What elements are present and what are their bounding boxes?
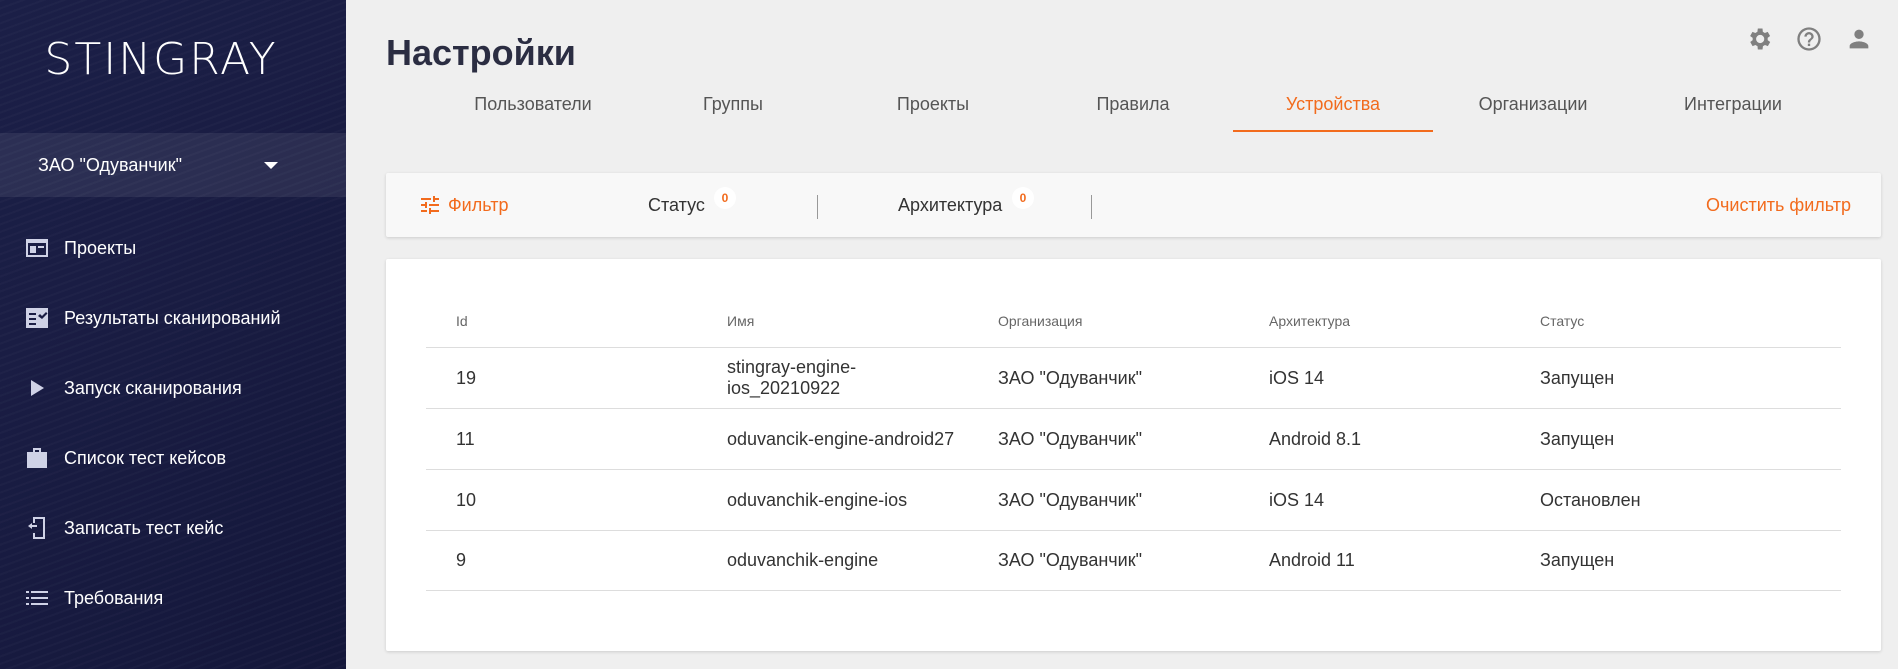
column-header-id[interactable]: Id (426, 303, 697, 353)
devices-table: Id Имя Организация Архитектура Статус 19… (386, 259, 1881, 651)
play-icon (24, 375, 50, 401)
sidebar-item-label: Проекты (64, 237, 137, 258)
sidebar-item-record-test-case[interactable]: Записать тест кейс (0, 493, 346, 563)
cell-organization: ЗАО "Одуванчик" (998, 428, 1142, 449)
cell-id: 11 (456, 428, 475, 449)
settings-tabs: Пользователи Группы Проекты Правила Устр… (433, 86, 1833, 134)
status-filter[interactable]: Статус 0 (648, 187, 736, 216)
table-row[interactable]: 19 stingray-engine-ios_20210922 ЗАО "Оду… (426, 347, 1841, 408)
cell-name: oduvanchik-engine-ios (727, 489, 908, 510)
app-logo[interactable]: STINGRAY (0, 34, 322, 85)
clear-filter-button[interactable]: Очистить фильтр (1706, 195, 1851, 216)
sidebar-item-label: Требования (64, 587, 164, 608)
cell-id: 9 (456, 550, 467, 570)
sidebar-item-requirements[interactable]: Требования (0, 563, 346, 633)
list-icon (24, 585, 50, 611)
scan-results-icon (24, 305, 50, 331)
sidebar-item-run-scan[interactable]: Запуск сканирования (0, 353, 346, 423)
organization-select-value: ЗАО "Одуванчик" (38, 154, 182, 175)
header-actions (1744, 24, 1874, 54)
divider (817, 195, 818, 219)
cell-id: 19 (456, 367, 477, 388)
briefcase-icon (24, 445, 50, 471)
tab-groups[interactable]: Группы (633, 86, 833, 134)
tab-projects[interactable]: Проекты (833, 86, 1033, 134)
cell-name: oduvanchik-engine (727, 550, 879, 570)
status-filter-label: Статус (648, 195, 705, 215)
cell-name: stingray-engine-ios_20210922 (727, 357, 857, 398)
column-header-organization[interactable]: Организация (968, 303, 1239, 353)
sidebar-item-label: Запуск сканирования (64, 377, 242, 398)
filter-sliders-icon (421, 196, 439, 214)
organization-select[interactable]: ЗАО "Одуванчик" (0, 133, 346, 197)
tab-users[interactable]: Пользователи (433, 86, 633, 134)
help-icon[interactable] (1794, 24, 1824, 54)
sidebar-item-projects[interactable]: Проекты (0, 213, 346, 283)
sidebar-item-test-cases[interactable]: Список тест кейсов (0, 423, 346, 493)
sidebar-item-label: Результаты сканирований (64, 307, 281, 328)
cell-status: Запущен (1540, 367, 1615, 388)
cell-architecture: iOS 14 (1269, 367, 1325, 388)
table-row[interactable]: 10 oduvanchik-engine-ios ЗАО "Одуванчик"… (426, 469, 1841, 530)
sidebar-nav: Проекты Результаты сканирований Запуск с… (0, 213, 346, 633)
architecture-filter-label: Архитектура (898, 195, 1003, 215)
page-title: Настройки (386, 32, 576, 73)
cell-organization: ЗАО "Одуванчик" (998, 367, 1142, 388)
cell-name: oduvancik-engine-android27 (727, 428, 955, 449)
cell-status: Запущен (1540, 428, 1615, 449)
column-header-name[interactable]: Имя (697, 303, 968, 353)
cell-status: Остановлен (1540, 489, 1641, 510)
filter-label: Фильтр (448, 194, 509, 215)
tab-rules[interactable]: Правила (1033, 86, 1233, 134)
column-header-status[interactable]: Статус (1510, 303, 1781, 353)
tab-integrations[interactable]: Интеграции (1633, 86, 1833, 134)
filter-bar: Фильтр Статус 0 Архитектура 0 Очистить ф… (386, 173, 1881, 237)
sidebar-item-label: Список тест кейсов (64, 447, 227, 468)
cell-status: Запущен (1540, 550, 1615, 570)
column-header-architecture[interactable]: Архитектура (1239, 303, 1510, 353)
cell-id: 10 (456, 489, 477, 510)
architecture-filter-count: 0 (1012, 187, 1034, 209)
cell-organization: ЗАО "Одуванчик" (998, 550, 1142, 570)
cell-organization: ЗАО "Одуванчик" (998, 489, 1142, 510)
table-row[interactable]: 11 oduvancik-engine-android27 ЗАО "Одува… (426, 408, 1841, 469)
sidebar-item-label: Записать тест кейс (64, 517, 224, 538)
status-filter-count: 0 (714, 187, 736, 209)
table-header: Id Имя Организация Архитектура Статус (426, 303, 1841, 353)
tab-organizations[interactable]: Организации (1433, 86, 1633, 134)
architecture-filter[interactable]: Архитектура 0 (898, 187, 1034, 216)
divider (1091, 195, 1092, 219)
projects-icon (24, 235, 50, 261)
sidebar-item-scan-results[interactable]: Результаты сканирований (0, 283, 346, 353)
record-device-icon (24, 515, 50, 541)
caret-down-icon (264, 162, 278, 169)
tab-devices[interactable]: Устройства (1233, 86, 1433, 134)
filter-button[interactable]: Фильтр (418, 193, 508, 217)
gear-icon[interactable] (1744, 24, 1774, 54)
cell-architecture: iOS 14 (1269, 489, 1325, 510)
table-row[interactable]: 9 oduvanchik-engine ЗАО "Одуванчик" Andr… (426, 530, 1841, 591)
user-icon[interactable] (1844, 24, 1874, 54)
cell-architecture: Android 11 (1269, 550, 1355, 570)
sidebar: STINGRAY ЗАО "Одуванчик" Проекты Результ… (0, 0, 346, 669)
cell-architecture: Android 8.1 (1269, 428, 1362, 449)
